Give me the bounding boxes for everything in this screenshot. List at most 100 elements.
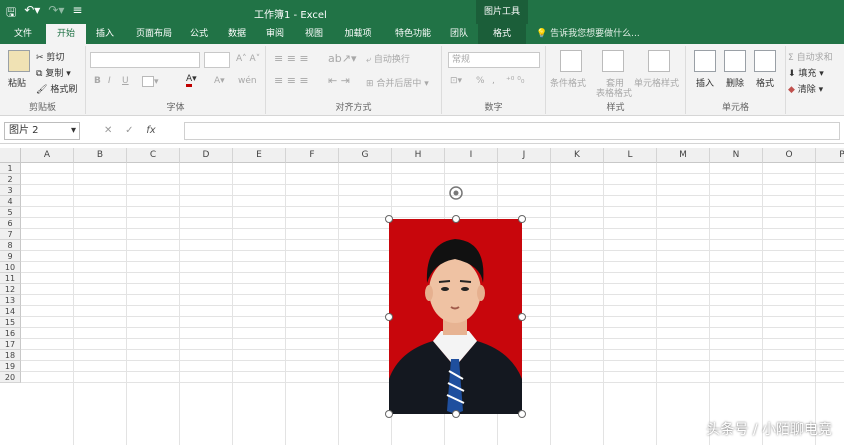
column-header-k[interactable]: K (551, 148, 604, 163)
enter-icon[interactable]: ✓ (125, 125, 133, 136)
insert-cells-button[interactable]: 插入 (696, 76, 714, 89)
tab-team[interactable]: 团队 (443, 24, 475, 44)
delete-cells-icon[interactable] (724, 50, 746, 72)
column-header-g[interactable]: G (339, 148, 392, 163)
font-size-input[interactable] (204, 52, 230, 68)
tab-format[interactable]: 格式 (478, 24, 526, 44)
cell-styles-button[interactable]: 单元格样式 (634, 76, 679, 89)
column-header-o[interactable]: O (763, 148, 816, 163)
wrap-text-button[interactable]: ⤶ 自动换行 (366, 52, 410, 65)
decimal-icon[interactable]: ⁺⁰ ⁰₀ (506, 76, 524, 86)
insert-cells-icon[interactable] (694, 50, 716, 72)
tab-formulas[interactable]: 公式 (182, 24, 216, 44)
font-name-input[interactable] (90, 52, 200, 68)
percent-button[interactable]: % (476, 76, 485, 86)
tab-addins[interactable]: 加载项 (336, 24, 380, 44)
row-header-4[interactable]: 4 (0, 196, 21, 207)
row-header-1[interactable]: 1 (0, 163, 21, 174)
row-header-3[interactable]: 3 (0, 185, 21, 196)
format-table-line2[interactable]: 表格格式 (596, 86, 632, 99)
row-header-13[interactable]: 13 (0, 295, 21, 306)
formula-input[interactable] (184, 122, 840, 140)
row-header-17[interactable]: 17 (0, 339, 21, 350)
tab-view[interactable]: 视图 (297, 24, 331, 44)
tab-file[interactable]: 文件 (4, 24, 42, 44)
paste-button[interactable]: 粘贴 (8, 76, 26, 89)
format-cells-icon[interactable] (754, 50, 776, 72)
row-header-14[interactable]: 14 (0, 306, 21, 317)
paste-icon[interactable] (8, 50, 30, 72)
row-header-12[interactable]: 12 (0, 284, 21, 295)
tab-review[interactable]: 审阅 (258, 24, 292, 44)
row-header-6[interactable]: 6 (0, 218, 21, 229)
delete-cells-button[interactable]: 删除 (726, 76, 744, 89)
bold-button[interactable]: B (94, 76, 101, 86)
resize-handle-s[interactable] (451, 410, 460, 418)
number-format-select[interactable]: 常规 (448, 52, 540, 68)
tab-insert[interactable]: 插入 (88, 24, 122, 44)
undo-icon[interactable]: ↶▾ (24, 3, 40, 24)
column-header-p[interactable]: P (816, 148, 844, 163)
cut-button[interactable]: ✂ 剪切 (36, 50, 64, 63)
tell-me-search[interactable]: 💡 告诉我您想要做什么... (536, 24, 640, 44)
column-header-c[interactable]: C (127, 148, 180, 163)
font-grow-button[interactable]: A˄ A˅ (236, 54, 260, 64)
column-header-i[interactable]: I (445, 148, 498, 163)
save-icon[interactable]: 🖫 (6, 3, 16, 24)
rotate-handle-icon[interactable] (448, 185, 464, 201)
resize-handle-nw[interactable] (385, 215, 393, 223)
underline-button[interactable]: U (122, 76, 129, 86)
clear-button[interactable]: ◆ 清除 ▾ (788, 82, 823, 95)
comma-button[interactable]: , (492, 76, 495, 86)
redo-icon[interactable]: ↷▾ (48, 3, 64, 24)
resize-handle-e[interactable] (518, 312, 526, 321)
column-header-l[interactable]: L (604, 148, 657, 163)
column-header-m[interactable]: M (657, 148, 710, 163)
row-header-11[interactable]: 11 (0, 273, 21, 284)
select-all-corner[interactable] (0, 148, 21, 163)
merge-center-button[interactable]: ⊞ 合并后居中 ▾ (366, 76, 429, 89)
format-cells-button[interactable]: 格式 (756, 76, 774, 89)
conditional-format-button[interactable]: 条件格式 (550, 76, 586, 89)
font-effect-button[interactable]: A▾ (214, 76, 225, 86)
resize-handle-sw[interactable] (385, 410, 393, 418)
copy-button[interactable]: ⧉ 复制 ▾ (36, 66, 71, 79)
inserted-picture[interactable] (389, 219, 522, 414)
column-header-d[interactable]: D (180, 148, 233, 163)
column-header-n[interactable]: N (710, 148, 763, 163)
row-header-9[interactable]: 9 (0, 251, 21, 262)
row-header-20[interactable]: 20 (0, 372, 21, 383)
format-table-icon[interactable] (602, 50, 624, 72)
row-header-8[interactable]: 8 (0, 240, 21, 251)
row-header-10[interactable]: 10 (0, 262, 21, 273)
name-box[interactable]: 图片 2 ▾ (4, 122, 80, 140)
font-color-button[interactable]: A▾ (186, 74, 197, 87)
resize-handle-se[interactable] (518, 410, 526, 418)
indent-icon[interactable]: ⇤ ⇥ (328, 74, 350, 87)
tab-data[interactable]: 数据 (220, 24, 254, 44)
row-header-16[interactable]: 16 (0, 328, 21, 339)
resize-handle-n[interactable] (451, 215, 460, 223)
tab-page-layout[interactable]: 页面布局 (128, 24, 180, 44)
tab-home[interactable]: 开始 (46, 24, 86, 44)
worksheet-grid[interactable]: ABCDEFGHIJKLMNOP 1 2 3 4 5 6 7 8 9 10 11 12 13 14 15 16… (0, 148, 844, 445)
column-header-e[interactable]: E (233, 148, 286, 163)
conditional-format-icon[interactable] (560, 50, 582, 72)
column-header-a[interactable]: A (21, 148, 74, 163)
column-header-j[interactable]: J (498, 148, 551, 163)
italic-button[interactable]: I (108, 76, 111, 86)
column-header-f[interactable]: F (286, 148, 339, 163)
row-header-2[interactable]: 2 (0, 174, 21, 185)
column-header-b[interactable]: B (74, 148, 127, 163)
orientation-icon[interactable]: ab↗▾ (328, 52, 356, 65)
row-header-7[interactable]: 7 (0, 229, 21, 240)
resize-handle-ne[interactable] (518, 215, 526, 223)
format-painter-button[interactable]: 🖌 格式刷 (36, 82, 77, 95)
row-header-5[interactable]: 5 (0, 207, 21, 218)
autosum-button[interactable]: Σ 自动求和 (788, 50, 833, 63)
resize-handle-w[interactable] (385, 312, 393, 321)
fx-icon[interactable]: fx (146, 125, 155, 136)
fill-button[interactable]: ⬇ 填充 ▾ (788, 66, 824, 79)
align-left-icon[interactable]: ≡ ≡ ≡ (274, 74, 309, 87)
customize-icon[interactable]: ≡ (72, 3, 82, 24)
